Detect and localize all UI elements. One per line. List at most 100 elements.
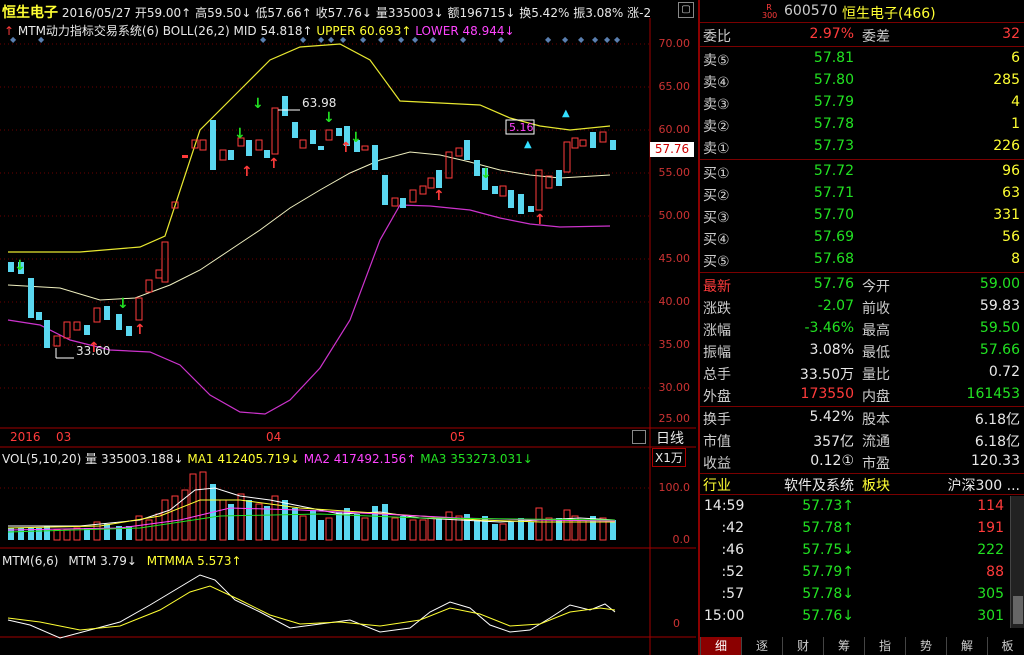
svg-text:◆: ◆ [300,35,307,44]
stat-row: 振幅 3.08% 最低 57.66 [700,340,1024,361]
svg-text:◆: ◆ [604,35,611,44]
tab-finance[interactable]: 财 [782,637,823,655]
svg-text:◆: ◆ [562,35,569,44]
volume-header: VOL(5,10,20) 量 335003.188↓ MA1 412405.71… [2,450,533,467]
buy-row[interactable]: 买④ 57.69 56 [700,227,1024,248]
stat-label: 收益 [703,456,731,472]
tab-detail[interactable]: 细 [700,637,741,655]
industry-value[interactable]: 软件及系统 [784,475,854,495]
tab-tick[interactable]: 逐 [741,637,782,655]
sell-volume: 285 [993,72,1020,88]
stat-value: 59.83 [979,298,1020,314]
tick-volume: 191 [977,520,1004,536]
buy-row[interactable]: 买③ 57.70 331 [700,205,1024,226]
sell-row[interactable]: 卖① 57.73 226 [700,136,1024,157]
low-annotation: 33.60 [76,344,111,358]
stat-label: 流通 [862,434,890,450]
sell-volume: 4 [1011,94,1020,110]
sector-value[interactable]: 沪深300 ... [947,475,1020,495]
stat-value: 57.76 [813,276,854,292]
high-annotation: 63.98 [302,96,337,110]
sell-price: 57.79 [813,94,854,110]
industry-row[interactable]: 行业 软件及系统 板块 沪深300 ... [700,473,1024,494]
stat-label: 量比 [862,367,890,383]
buy-row[interactable]: 买⑤ 57.68 8 [700,249,1024,270]
stat-label: 最低 [862,345,890,361]
svg-text:↓: ↓ [480,166,492,182]
buy-label: 买⑤ [703,254,730,270]
stat-row: 最新 57.76 今开 59.00 [700,274,1024,295]
tab-chips[interactable]: 筹 [823,637,864,655]
stat-label: 换手 [703,412,731,428]
tick-time: 14:59 [704,498,745,514]
price-tick: 35.00 [658,338,691,351]
tick-row: :52 57.79↑ 88 [700,562,1024,584]
weicha-value: 32 [1002,26,1020,42]
mtm-label: MTM(6,6) [2,554,59,568]
svg-text:↑: ↑ [433,188,445,204]
price-tick: 70.00 [658,37,691,50]
sell-label: 卖⑤ [703,53,730,69]
svg-text:◆: ◆ [378,35,385,44]
svg-text:◆: ◆ [398,35,405,44]
tick-time: :46 [721,542,744,558]
sell-volume: 226 [993,138,1020,154]
sell-label: 卖② [703,119,730,135]
svg-text:◆: ◆ [498,35,505,44]
scrollbar-thumb[interactable] [1013,596,1023,624]
tick-scrollbar[interactable] [1010,496,1024,628]
vol-ma1: MA1 412405.719↓ [187,452,300,466]
sell-label: 卖① [703,141,730,157]
sell-row[interactable]: 卖② 57.78 1 [700,114,1024,135]
stat-value: 120.33 [971,453,1020,469]
tab-sector[interactable]: 板 [987,637,1024,655]
stat-value: 57.66 [979,342,1020,358]
buy-price: 57.70 [813,207,854,223]
svg-text:◆: ◆ [578,35,585,44]
stat-value: 59.00 [979,276,1020,292]
svg-text:◆: ◆ [614,35,621,44]
sell-price: 57.80 [813,72,854,88]
tick-row: :57 57.78↓ 305 [700,584,1024,606]
tab-trend[interactable]: 势 [905,637,946,655]
mtm-header: MTM(6,6) MTM 3.79↓ MTMMA 5.573↑ [2,554,242,568]
buy-row[interactable]: 买① 57.72 96 [700,161,1024,182]
tab-index[interactable]: 指 [864,637,905,655]
weibi-label: 委比 [703,29,731,45]
sector-label: 板块 [862,478,890,494]
sell-row[interactable]: 卖⑤ 57.81 6 [700,48,1024,69]
scroll-button[interactable] [632,430,646,444]
vol-tick: 100.0 [658,481,691,494]
svg-text:↑: ↑ [134,322,146,338]
volume-unit: X1万 [652,448,686,467]
svg-text:↓: ↓ [117,296,129,312]
sell-price: 57.73 [813,138,854,154]
stat-label: 总手 [703,367,731,383]
chart-area[interactable]: 恒生电子 2016/05/27 开59.00↑ 高59.50↓ 低57.66↑ … [0,0,696,655]
weibi-value: 2.97% [809,26,854,42]
stat-label: 外盘 [703,389,731,405]
buy-label: 买① [703,166,730,182]
svg-text:◆: ◆ [545,35,552,44]
buy-row[interactable]: 买② 57.71 63 [700,183,1024,204]
tab-explain[interactable]: 解 [946,637,987,655]
mtm-value: MTM 3.79↓ [68,554,137,568]
tick-price: 57.78↑ [802,520,854,536]
tick-price: 57.76↓ [802,608,854,624]
price-tick: 55.00 [658,166,691,179]
period-label[interactable]: 日线 [656,428,684,448]
sell-row[interactable]: 卖④ 57.80 285 [700,70,1024,91]
sell-label: 卖③ [703,97,730,113]
svg-text:◆: ◆ [360,35,367,44]
svg-text:↓: ↓ [350,130,362,146]
box-annotation: 5.16 [509,121,534,134]
sell-price: 57.78 [813,116,854,132]
svg-text:↓: ↓ [323,110,335,126]
sell-row[interactable]: 卖③ 57.79 4 [700,92,1024,113]
weicha-label: 委差 [862,29,890,45]
vol-ma3: MA3 353273.031↓ [420,452,533,466]
stat-label: 最高 [862,323,890,339]
code-prefix-badge: R 300 [762,3,778,20]
buy-label: 买③ [703,210,730,226]
buy-price: 57.69 [813,229,854,245]
